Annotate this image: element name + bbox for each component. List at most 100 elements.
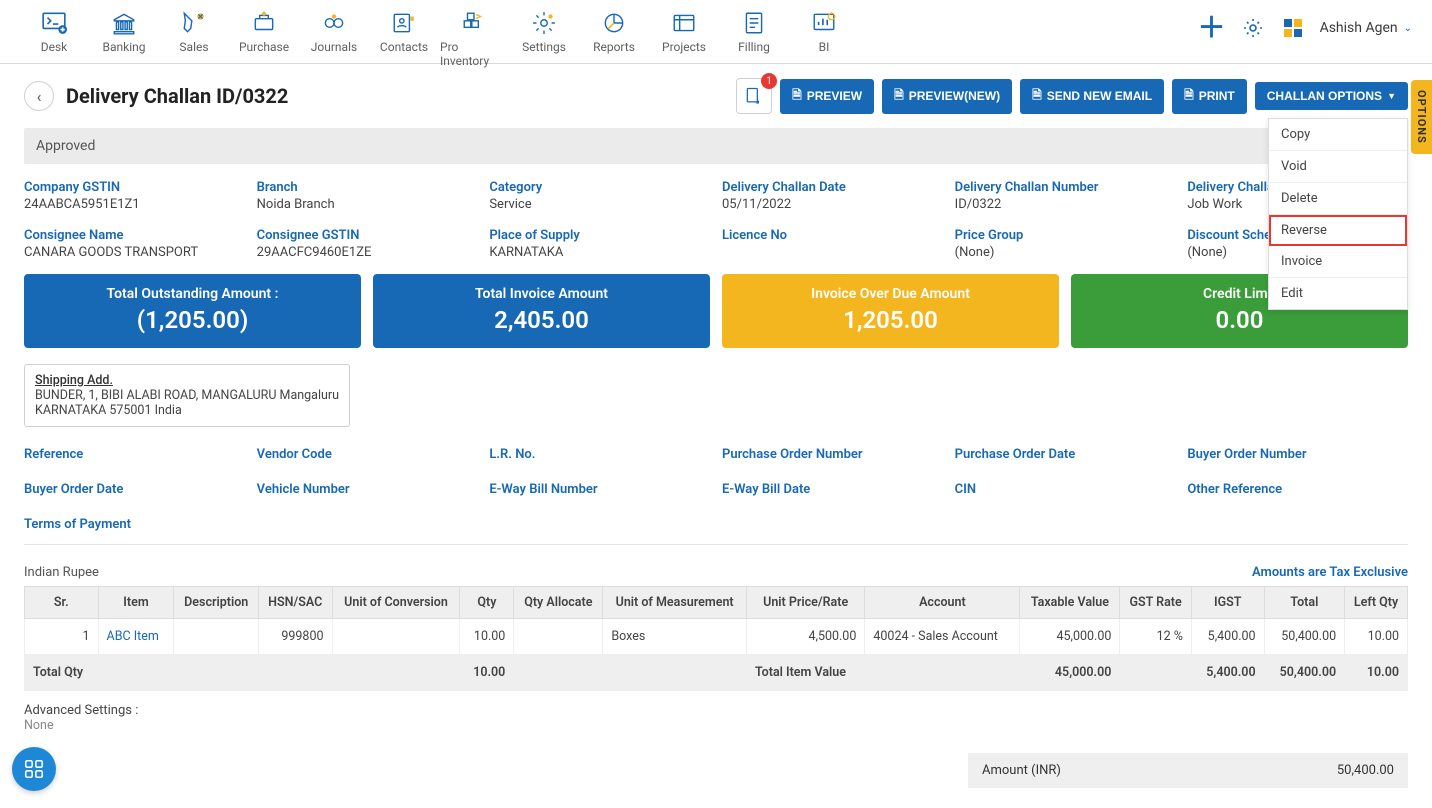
cell-uom: Boxes [603, 619, 747, 655]
float-apps-button[interactable] [12, 747, 56, 791]
fields-mid: Reference Vendor Code L.R. No. Purchase … [24, 447, 1408, 534]
preview-button[interactable]: 🗎PREVIEW [780, 79, 874, 114]
nav-contacts[interactable]: Contacts [370, 8, 438, 68]
nav-sales[interactable]: Sales [160, 8, 228, 68]
menu-edit[interactable]: Edit [1269, 278, 1407, 309]
cell-sr: 1 [25, 619, 99, 655]
menu-void[interactable]: Void [1269, 151, 1407, 183]
cell-uoc [332, 619, 460, 655]
th-gstrate: GST Rate [1120, 587, 1191, 619]
nav-banking[interactable]: Banking [90, 8, 158, 68]
status-bar: Approved [24, 128, 1408, 164]
cell-qty: 10.00 [460, 619, 514, 655]
field-ewaybill-date: E-Way Bill Date [722, 482, 943, 499]
foot-igst: 5,400.00 [1191, 655, 1264, 691]
challan-options-button[interactable]: CHALLAN OPTIONS▼ [1255, 82, 1408, 110]
nav-bi[interactable]: BI [790, 8, 858, 68]
nav-reports[interactable]: Reports [580, 8, 648, 68]
field-other-reference: Other Reference [1187, 482, 1408, 499]
th-uoc: Unit of Conversion [332, 587, 460, 619]
nav-label: Contacts [380, 40, 428, 54]
nav-label: Desk [41, 40, 68, 54]
purchase-icon [251, 10, 277, 36]
shipping-address: Shipping Add. BUNDER, 1, BIBI ALABI ROAD… [24, 364, 350, 427]
page-header: ‹ Delivery Challan ID/0322 1 🗎PREVIEW 🗎P… [24, 78, 1408, 114]
projects-icon [671, 10, 697, 36]
foot-label: Total Qty [25, 655, 99, 691]
nav-proinventory[interactable]: Pro Inventory [440, 8, 508, 68]
table-header-row: Sr. Item Description HSN/SAC Unit of Con… [25, 587, 1408, 619]
preview-new-button[interactable]: 🗎PREVIEW(NEW) [882, 79, 1012, 114]
menu-copy[interactable]: Copy [1269, 119, 1407, 151]
back-button[interactable]: ‹ [24, 81, 54, 111]
field-reference: Reference [24, 447, 245, 464]
items-table-wrap[interactable]: Sr. Item Description HSN/SAC Unit of Con… [24, 586, 1408, 691]
nav-desk[interactable]: Desk [20, 8, 88, 68]
th-sr: Sr. [25, 587, 99, 619]
nav-purchase[interactable]: Purchase [230, 8, 298, 68]
header-actions: 1 🗎PREVIEW 🗎PREVIEW(NEW) 🗎SEND NEW EMAIL… [736, 78, 1408, 114]
contacts-icon [391, 10, 417, 36]
summary-cards: Total Outstanding Amount :(1,205.00) Tot… [24, 274, 1408, 348]
desk-icon [41, 10, 67, 36]
table-footer-row: Total Qty 10.00 Total Item Value 45,000.… [25, 655, 1408, 691]
currency-row: Indian Rupee Amounts are Tax Exclusive [24, 565, 1408, 580]
nav-label: Projects [662, 40, 706, 54]
foot-taxable: 45,000.00 [1020, 655, 1120, 691]
send-email-button[interactable]: 🗎SEND NEW EMAIL [1020, 79, 1164, 114]
cell-hsn: 999800 [258, 619, 332, 655]
add-button[interactable]: ＋ [1198, 14, 1226, 42]
th-qty: Qty [460, 587, 514, 619]
menu-reverse[interactable]: Reverse [1269, 215, 1407, 246]
gear-icon[interactable] [1240, 15, 1266, 41]
challan-options-menu: Copy Void Delete Reverse Invoice Edit [1268, 118, 1408, 310]
nav-filling[interactable]: Filling [720, 8, 788, 68]
field-challan-date: Delivery Challan Date05/11/2022 [722, 180, 943, 212]
th-left: Left Qty [1345, 587, 1408, 619]
divider [24, 544, 1408, 545]
chevron-down-icon: ⌄ [1404, 23, 1412, 34]
reports-icon [601, 10, 627, 36]
menu-delete[interactable]: Delete [1269, 183, 1407, 215]
field-lrno: L.R. No. [489, 447, 710, 464]
btn-label: PREVIEW [807, 89, 862, 103]
inventory-icon [461, 10, 487, 36]
th-uom: Unit of Measurement [603, 587, 747, 619]
cell-igst: 5,400.00 [1191, 619, 1264, 655]
nav-items: Desk Banking Sales Purchase Journals Con… [20, 8, 858, 68]
nav-projects[interactable]: Projects [650, 8, 718, 68]
field-place-of-supply: Place of SupplyKARNATAKA [489, 228, 710, 260]
field-buyer-order-date: Buyer Order Date [24, 482, 245, 499]
th-total: Total [1264, 587, 1345, 619]
th-account: Account [865, 587, 1020, 619]
menu-invoice[interactable]: Invoice [1269, 246, 1407, 278]
shipping-line2: KARNATAKA 575001 India [35, 403, 339, 418]
apps-icon[interactable] [1280, 15, 1306, 41]
nav-label: Banking [103, 40, 146, 54]
th-taxable: Taxable Value [1020, 587, 1120, 619]
nav-settings[interactable]: Settings [510, 8, 578, 68]
field-price-group: Price Group(None) [955, 228, 1176, 260]
cell-total: 50,400.00 [1264, 619, 1345, 655]
th-hsn: HSN/SAC [258, 587, 332, 619]
card-invoice-amount: Total Invoice Amount2,405.00 [373, 274, 710, 348]
user-menu[interactable]: Ashish Agen⌄ [1320, 20, 1412, 36]
attachment-button[interactable]: 1 [736, 78, 772, 114]
print-button[interactable]: 🗎 PRINT [1172, 79, 1247, 114]
btn-label: PRINT [1199, 89, 1235, 103]
page: ‹ Delivery Challan ID/0322 1 🗎PREVIEW 🗎P… [0, 64, 1432, 808]
cell-gstrate: 12 % [1120, 619, 1191, 655]
document-icon: 🗎 [1184, 86, 1194, 107]
cell-item: ABC Item [98, 619, 174, 655]
amount-label: Amount (INR) [982, 763, 1337, 778]
field-company-gstin: Company GSTIN24AABCA5951E1Z1 [24, 180, 245, 212]
nav-label: Journals [311, 40, 357, 54]
nav-label: Purchase [239, 40, 289, 54]
nav-label: Filling [738, 40, 770, 54]
nav-label: Settings [522, 40, 566, 54]
shipping-heading: Shipping Add. [35, 373, 339, 388]
journals-icon [321, 10, 347, 36]
nav-journals[interactable]: Journals [300, 8, 368, 68]
top-nav: Desk Banking Sales Purchase Journals Con… [0, 0, 1432, 64]
item-link[interactable]: ABC Item [107, 629, 159, 644]
